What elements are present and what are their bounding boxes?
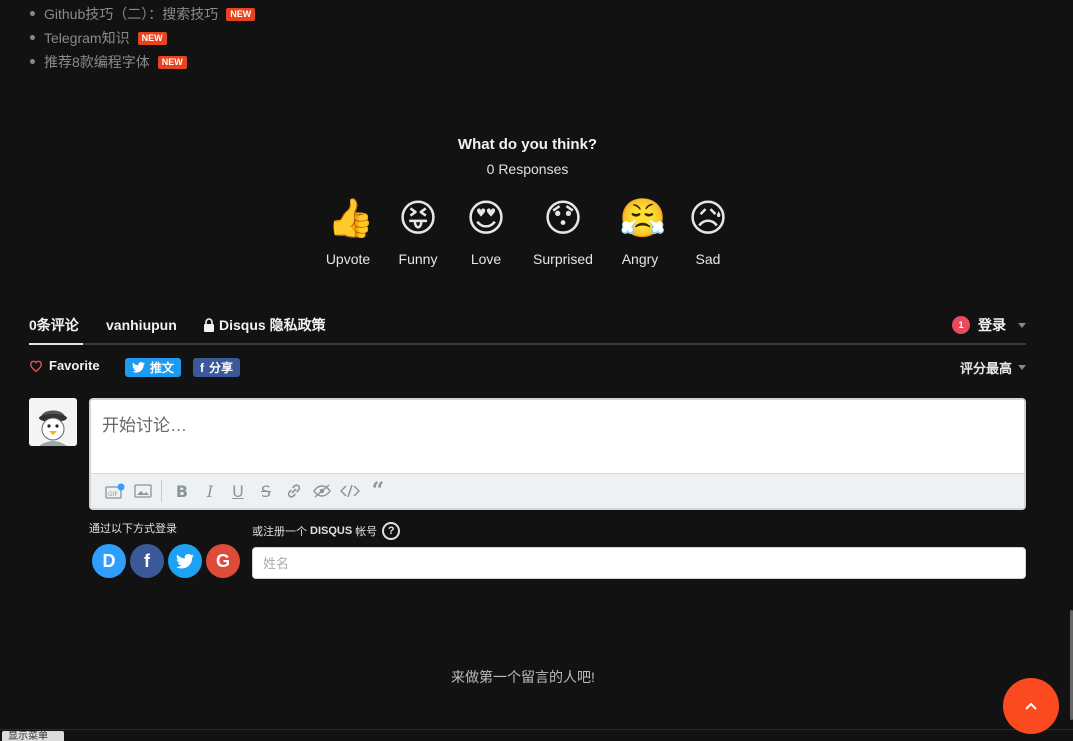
chevron-down-icon — [1018, 365, 1026, 370]
reaction-love[interactable]: 😍 Love — [446, 198, 526, 267]
list-item[interactable]: Telegram知识 NEW — [30, 26, 255, 50]
share-label: 分享 — [209, 361, 234, 375]
spoiler-icon[interactable] — [308, 480, 336, 502]
link-icon[interactable] — [280, 480, 308, 502]
twitter-icon — [132, 362, 145, 373]
new-badge: NEW — [137, 31, 167, 45]
chevron-down-icon — [1018, 322, 1026, 328]
reactions-count: 0 Responses — [486, 161, 569, 177]
sad-face-icon: 😥 — [688, 198, 728, 240]
signup-label: 或注册一个 DISQUS 帐号 ? — [252, 522, 401, 540]
composer-toolbar: GIF B I U S “ — [91, 473, 1024, 508]
avatar[interactable] — [29, 398, 77, 446]
google-login-icon[interactable]: G — [206, 544, 240, 578]
comment-composer: 开始讨论… GIF B I U S “ — [89, 398, 1026, 510]
bold-icon[interactable]: B — [168, 480, 196, 502]
svg-text:GIF: GIF — [108, 491, 118, 498]
lock-icon — [204, 318, 214, 332]
reaction-upvote[interactable]: 👍 Upvote — [308, 198, 388, 267]
empty-comments-message: 来做第一个留言的人吧! — [451, 669, 595, 685]
angry-face-icon: 😤 — [619, 198, 667, 240]
heart-icon — [30, 360, 42, 372]
chevron-up-icon — [1025, 702, 1037, 710]
avatar-image — [29, 398, 77, 446]
code-icon[interactable] — [336, 480, 364, 502]
post-link[interactable]: Github技巧（二）：搜索技巧 — [44, 4, 218, 24]
disqus-login-icon[interactable]: D — [92, 544, 126, 578]
strikethrough-icon[interactable]: S — [252, 480, 280, 502]
reaction-label: Upvote — [325, 251, 371, 267]
facebook-login-icon[interactable]: f — [130, 544, 164, 578]
gif-icon[interactable]: GIF — [101, 480, 129, 502]
login-label: 登录 — [978, 317, 1006, 333]
reactions-panel: What do you think? 0 Responses 👍 Upvote … — [0, 136, 1055, 267]
favorite-button[interactable]: Favorite — [29, 358, 100, 373]
reactions-question: What do you think? — [457, 136, 598, 153]
new-badge: NEW — [157, 55, 187, 69]
reaction-label: Surprised — [533, 251, 593, 267]
signup-brand: DISQUS — [310, 525, 353, 537]
tongue-face-icon: 😝 — [398, 198, 438, 240]
active-tab-indicator — [29, 343, 83, 345]
signup-prefix: 或注册一个 — [252, 526, 307, 538]
related-posts-list: Github技巧（二）：搜索技巧 NEW Telegram知识 NEW 推荐8款… — [30, 2, 256, 74]
tweet-label: 推文 — [150, 361, 175, 375]
thumbs-up-icon: 👍 — [327, 198, 375, 240]
list-item[interactable]: 推荐8款编程字体 NEW — [30, 50, 255, 74]
toolbar-divider — [161, 480, 162, 502]
heart-eyes-icon: 😍 — [466, 198, 506, 240]
image-icon[interactable] — [129, 480, 157, 502]
login-button[interactable]: 1 登录 — [952, 315, 1026, 335]
list-item[interactable]: Github技巧（二）：搜索技巧 NEW — [30, 2, 256, 26]
favorite-label: Favorite — [49, 358, 100, 373]
sort-dropdown[interactable]: 评分最高 — [960, 358, 1026, 377]
twitter-login-icon[interactable] — [168, 544, 202, 578]
reaction-surprised[interactable]: 😯 Surprised — [523, 198, 603, 267]
show-menu-button[interactable]: 显示菜单 — [2, 731, 64, 741]
name-input[interactable] — [252, 547, 1026, 579]
tweet-button[interactable]: 推文 — [125, 358, 182, 377]
reaction-label: Love — [470, 251, 502, 267]
help-icon[interactable]: ? — [382, 522, 401, 540]
facebook-share-button[interactable]: f 分享 — [193, 358, 241, 377]
new-badge: NEW — [226, 7, 256, 21]
disqus-nav: 0条评论 vanhiupun Disqus 隐私政策 1 登录 — [29, 311, 1026, 345]
surprised-face-icon: 😯 — [543, 198, 583, 240]
privacy-label: Disqus 隐私政策 — [219, 317, 326, 333]
quote-icon[interactable]: “ — [364, 478, 392, 504]
notification-badge: 1 — [952, 316, 970, 334]
comment-textarea[interactable]: 开始讨论… — [91, 400, 1024, 475]
bottom-bar — [0, 729, 1073, 741]
reaction-label: Sad — [695, 251, 721, 267]
post-link[interactable]: 推荐8款编程字体 — [44, 52, 150, 72]
login-with-label: 通过以下方式登录 — [89, 523, 177, 535]
post-link[interactable]: Telegram知识 — [44, 28, 130, 48]
back-to-top-button[interactable] — [1003, 678, 1059, 734]
tab-comments[interactable]: 0条评论 — [29, 317, 79, 333]
signup-suffix: 帐号 — [355, 526, 378, 538]
sort-label: 评分最高 — [959, 361, 1012, 376]
tab-privacy[interactable]: Disqus 隐私政策 — [203, 317, 326, 333]
underline-icon[interactable]: U — [224, 480, 252, 502]
italic-icon[interactable]: I — [196, 480, 224, 502]
reaction-sad[interactable]: 😥 Sad — [668, 198, 748, 267]
tab-community[interactable]: vanhiupun — [106, 317, 177, 333]
facebook-icon: f — [200, 360, 204, 375]
thread-actions: Favorite 推文 f 分享 评分最高 — [29, 358, 1026, 378]
